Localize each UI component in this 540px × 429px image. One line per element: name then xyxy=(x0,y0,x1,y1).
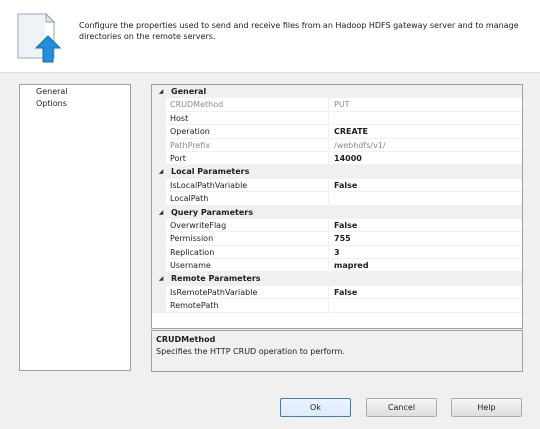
category-label: Remote Parameters xyxy=(171,274,261,284)
header-description: Configure the properties used to send an… xyxy=(79,21,519,41)
property-value[interactable]: 3 xyxy=(330,246,522,260)
property-row-host[interactable]: Host xyxy=(152,111,522,126)
property-value[interactable]: 14000 xyxy=(330,152,522,166)
property-name: Replication xyxy=(166,245,329,260)
property-row-overwriteflag[interactable]: OverwriteFlag False xyxy=(152,218,522,233)
category-general[interactable]: ◢ General xyxy=(152,85,522,99)
property-row-port[interactable]: Port 14000 xyxy=(152,151,522,166)
property-value[interactable]: CREATE xyxy=(330,125,522,139)
collapse-triangle-icon[interactable]: ◢ xyxy=(156,206,166,219)
property-row-username[interactable]: Username mapred xyxy=(152,259,522,273)
property-value[interactable]: False xyxy=(330,179,522,193)
property-name: Operation xyxy=(166,125,329,139)
property-value[interactable]: mapred xyxy=(330,259,522,273)
category-local-parameters[interactable]: ◢ Local Parameters xyxy=(152,165,522,179)
property-name: IsRemotePathVariable xyxy=(166,285,329,300)
property-value[interactable]: PUT xyxy=(330,98,522,112)
property-value[interactable]: 755 xyxy=(330,232,522,246)
property-row-pathprefix[interactable]: PathPrefix /webhdfs/v1/ xyxy=(152,138,522,152)
property-name: LocalPath xyxy=(166,192,329,206)
property-row-operation[interactable]: Operation CREATE xyxy=(152,125,522,139)
cancel-button[interactable]: Cancel xyxy=(366,398,437,417)
property-name: PathPrefix xyxy=(166,138,329,152)
category-query-parameters[interactable]: ◢ Query Parameters xyxy=(152,205,522,219)
category-label: Query Parameters xyxy=(171,207,253,217)
category-label: Local Parameters xyxy=(171,167,250,177)
property-name: Username xyxy=(166,259,329,273)
property-value[interactable] xyxy=(330,299,522,313)
property-value[interactable]: False xyxy=(330,219,522,233)
property-name: Port xyxy=(166,151,329,166)
document-upload-icon xyxy=(16,12,64,64)
description-text: Specifies the HTTP CRUD operation to per… xyxy=(156,347,345,356)
collapse-triangle-icon[interactable]: ◢ xyxy=(156,85,166,98)
property-name: CRUDMethod xyxy=(166,98,329,112)
property-row-replication[interactable]: Replication 3 xyxy=(152,245,522,260)
collapse-triangle-icon[interactable]: ◢ xyxy=(156,272,166,285)
category-label: General xyxy=(171,87,207,96)
property-name: RemotePath xyxy=(166,299,329,313)
ok-button[interactable]: Ok xyxy=(280,398,351,417)
property-row-isremotepathvariable[interactable]: IsRemotePathVariable False xyxy=(152,285,522,300)
property-value[interactable]: False xyxy=(330,286,522,300)
property-name: Permission xyxy=(166,232,329,246)
collapse-triangle-icon[interactable]: ◢ xyxy=(156,165,166,178)
nav-item-options[interactable]: Options xyxy=(20,98,130,110)
property-value[interactable] xyxy=(330,112,522,126)
property-name: IsLocalPathVariable xyxy=(166,178,329,193)
description-title: CRUDMethod xyxy=(156,335,216,344)
property-row-remotepath[interactable]: RemotePath xyxy=(152,299,522,313)
property-grid: ◢ General CRUDMethod PUT Host Operation … xyxy=(151,84,523,329)
property-name: Host xyxy=(166,111,329,126)
navigation-list: General Options xyxy=(19,84,131,371)
nav-item-general[interactable]: General xyxy=(20,86,130,98)
property-row-crudmethod[interactable]: CRUDMethod PUT xyxy=(152,98,522,112)
category-remote-parameters[interactable]: ◢ Remote Parameters xyxy=(152,272,522,286)
property-value[interactable] xyxy=(330,192,522,206)
dialog-header: Configure the properties used to send an… xyxy=(0,0,540,73)
property-row-permission[interactable]: Permission 755 xyxy=(152,232,522,246)
property-row-localpath[interactable]: LocalPath xyxy=(152,192,522,206)
property-name: OverwriteFlag xyxy=(166,218,329,233)
property-description-panel: CRUDMethod Specifies the HTTP CRUD opera… xyxy=(151,330,523,372)
property-value[interactable]: /webhdfs/v1/ xyxy=(330,139,522,152)
property-row-islocalpathvariable[interactable]: IsLocalPathVariable False xyxy=(152,178,522,193)
help-button[interactable]: Help xyxy=(451,398,522,417)
